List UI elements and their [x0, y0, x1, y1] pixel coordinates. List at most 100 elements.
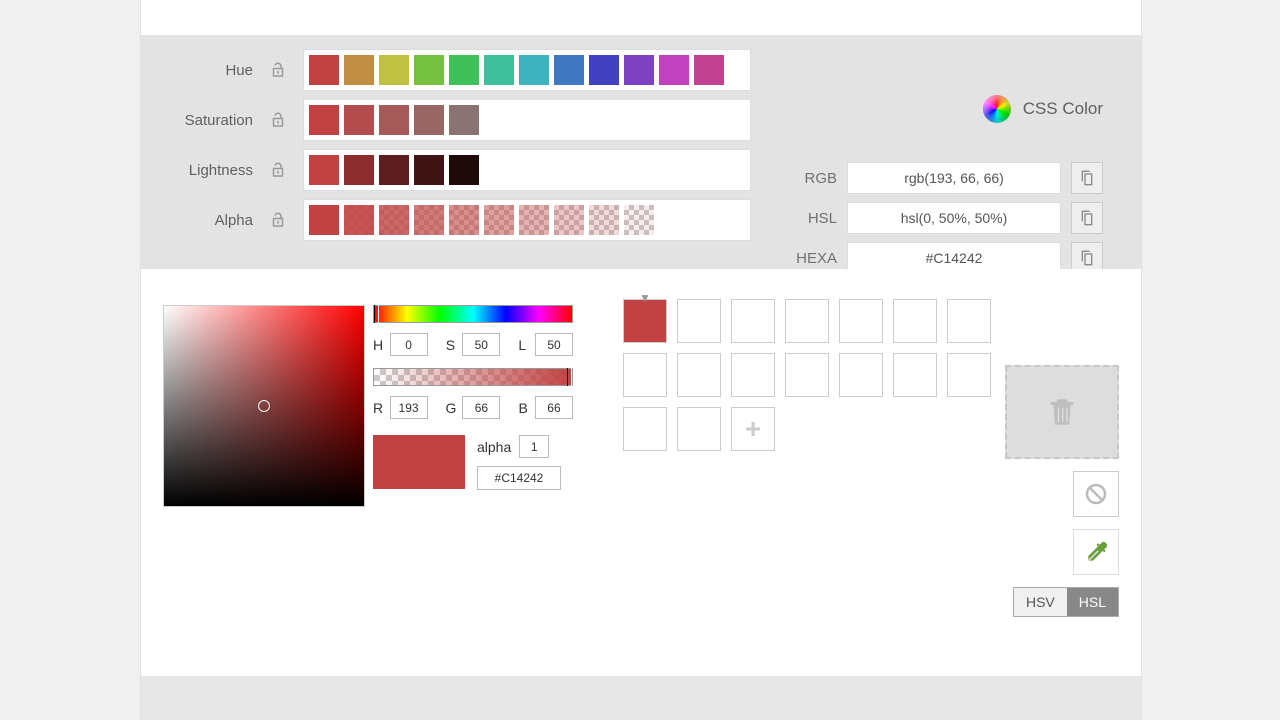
hue-slider[interactable] [373, 305, 573, 323]
g-label: G [446, 400, 457, 416]
copy-hsl-button[interactable] [1071, 202, 1103, 234]
hue-lock[interactable] [253, 59, 303, 81]
l-input[interactable] [535, 333, 573, 356]
ban-icon [1084, 482, 1108, 506]
color-swatch[interactable] [484, 55, 514, 85]
palette-cell[interactable] [893, 353, 937, 397]
palette-pointer-icon: ▼ [639, 291, 651, 305]
mode-hsv-button[interactable]: HSV [1014, 588, 1067, 616]
color-swatch[interactable] [484, 205, 514, 235]
r-input[interactable] [390, 396, 428, 419]
hue-row: Hue [141, 45, 1141, 95]
palette-cell[interactable] [947, 353, 991, 397]
palette-cell[interactable] [785, 353, 829, 397]
palette-cell[interactable] [677, 299, 721, 343]
rgb-label: RGB [781, 170, 837, 187]
clear-button[interactable] [1073, 471, 1119, 517]
g-input[interactable] [462, 396, 500, 419]
color-swatch[interactable] [449, 155, 479, 185]
color-swatch[interactable] [379, 105, 409, 135]
unlock-icon [269, 209, 287, 231]
alpha-label: Alpha [141, 212, 253, 229]
color-swatch[interactable] [519, 205, 549, 235]
hsl-value[interactable]: hsl(0, 50%, 50%) [847, 202, 1061, 234]
color-swatch[interactable] [344, 205, 374, 235]
eyedropper-icon [1083, 539, 1109, 565]
color-swatch[interactable] [309, 155, 339, 185]
color-swatch[interactable] [379, 155, 409, 185]
palette-cell[interactable] [785, 299, 829, 343]
color-swatch[interactable] [554, 205, 584, 235]
color-swatch[interactable] [344, 105, 374, 135]
alpha-lock[interactable] [253, 209, 303, 231]
color-swatch[interactable] [344, 55, 374, 85]
mode-hsl-button[interactable]: HSL [1067, 588, 1118, 616]
color-swatch[interactable] [694, 55, 724, 85]
unlock-icon [269, 59, 287, 81]
palette-cell[interactable] [893, 299, 937, 343]
sl-cursor [258, 400, 270, 412]
alpha-input[interactable] [519, 435, 549, 458]
css-color-title: CSS Color [1023, 99, 1103, 119]
color-swatch[interactable] [589, 205, 619, 235]
trash-dropzone[interactable] [1005, 365, 1119, 459]
palette-cell[interactable] [731, 299, 775, 343]
copy-rgb-button[interactable] [1071, 162, 1103, 194]
r-label: R [373, 400, 384, 416]
color-swatch[interactable] [309, 105, 339, 135]
color-swatch[interactable] [589, 55, 619, 85]
copy-icon [1079, 170, 1095, 186]
b-label: B [518, 400, 529, 416]
saturation-lightness-pane[interactable] [163, 305, 365, 507]
color-preview [373, 435, 465, 489]
color-swatch[interactable] [379, 55, 409, 85]
color-swatch[interactable] [414, 205, 444, 235]
color-swatch[interactable] [344, 155, 374, 185]
s-input[interactable] [462, 333, 500, 356]
color-swatch[interactable] [449, 55, 479, 85]
hex-input[interactable] [477, 466, 561, 490]
palette-cell[interactable] [677, 407, 721, 451]
palette-cell[interactable] [677, 353, 721, 397]
color-swatch[interactable] [449, 205, 479, 235]
alpha-slider[interactable] [373, 368, 573, 386]
palette-cell[interactable] [623, 353, 667, 397]
h-label: H [373, 337, 384, 353]
eyedropper-button[interactable] [1073, 529, 1119, 575]
color-swatch[interactable] [624, 205, 654, 235]
hue-label: Hue [141, 62, 253, 79]
copy-icon [1079, 210, 1095, 226]
css-color-header: CSS Color [983, 95, 1103, 123]
lightness-swatches [303, 149, 751, 191]
saturation-lock[interactable] [253, 109, 303, 131]
saturation-label: Saturation [141, 112, 253, 129]
palette-cell[interactable] [839, 353, 883, 397]
color-swatch[interactable] [624, 55, 654, 85]
color-swatch[interactable] [449, 105, 479, 135]
alpha-field-label: alpha [477, 439, 511, 455]
unlock-icon [269, 109, 287, 131]
color-swatch[interactable] [309, 55, 339, 85]
color-swatch[interactable] [554, 55, 584, 85]
palette-cell[interactable] [731, 353, 775, 397]
color-swatch[interactable] [519, 55, 549, 85]
color-swatch[interactable] [414, 155, 444, 185]
lightness-label: Lightness [141, 162, 253, 179]
palette-cell[interactable] [623, 407, 667, 451]
color-sphere-icon [983, 95, 1011, 123]
color-swatch[interactable] [659, 55, 689, 85]
b-input[interactable] [535, 396, 573, 419]
color-swatch[interactable] [414, 55, 444, 85]
color-swatch[interactable] [379, 205, 409, 235]
rgb-value[interactable]: rgb(193, 66, 66) [847, 162, 1061, 194]
palette-cell[interactable] [947, 299, 991, 343]
palette-cell[interactable] [623, 299, 667, 343]
palette-add-button[interactable]: + [731, 407, 775, 451]
lightness-lock[interactable] [253, 159, 303, 181]
hue-swatches [303, 49, 751, 91]
palette-cell[interactable] [839, 299, 883, 343]
color-swatch[interactable] [414, 105, 444, 135]
color-swatch[interactable] [309, 205, 339, 235]
saturation-swatches [303, 99, 751, 141]
h-input[interactable] [390, 333, 428, 356]
